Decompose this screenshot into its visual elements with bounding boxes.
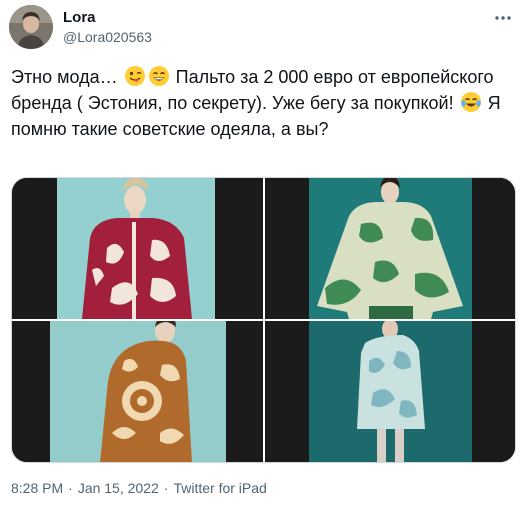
media-image-3[interactable] — [12, 321, 263, 462]
grinning-face-with-smiling-eyes-icon — [148, 65, 170, 87]
author-handle[interactable]: @Lora020563 — [63, 29, 152, 45]
media-image-4[interactable] — [265, 321, 515, 462]
model-green-floral-coat-icon — [265, 178, 515, 319]
more-options-button[interactable] — [491, 6, 515, 30]
model-red-blanket-jacket-icon — [12, 178, 263, 319]
tweet-time[interactable]: 8:28 PM — [11, 480, 63, 496]
model-pale-blue-coat-icon — [265, 321, 515, 462]
media-grid — [11, 177, 516, 463]
model-brown-ornament-coat-icon — [12, 321, 263, 462]
tweet-date[interactable]: Jan 15, 2022 — [78, 480, 159, 496]
more-horizontal-icon — [495, 16, 511, 20]
tweet-metadata: 8:28 PM · Jan 15, 2022 · Twitter for iPa… — [11, 480, 267, 496]
tweet-card: Lora @Lora020563 Этно мода… Пальто за 2 … — [0, 0, 526, 506]
separator-dot: · — [163, 480, 169, 496]
tweet-text: Этно мода… Пальто за 2 000 евро от европ… — [11, 64, 516, 142]
media-image-1[interactable] — [12, 178, 263, 319]
face-with-tears-of-joy-icon — [460, 91, 482, 113]
author-display-name[interactable]: Lora — [63, 9, 96, 26]
media-image-2[interactable] — [265, 178, 515, 319]
avatar-photo-icon — [9, 5, 53, 49]
separator-dot: · — [68, 480, 73, 496]
tweet-source[interactable]: Twitter for iPad — [173, 480, 266, 496]
tweet-text-part: Этно мода… — [11, 67, 123, 87]
winking-face-with-tongue-icon — [124, 65, 146, 87]
avatar[interactable] — [9, 5, 53, 49]
